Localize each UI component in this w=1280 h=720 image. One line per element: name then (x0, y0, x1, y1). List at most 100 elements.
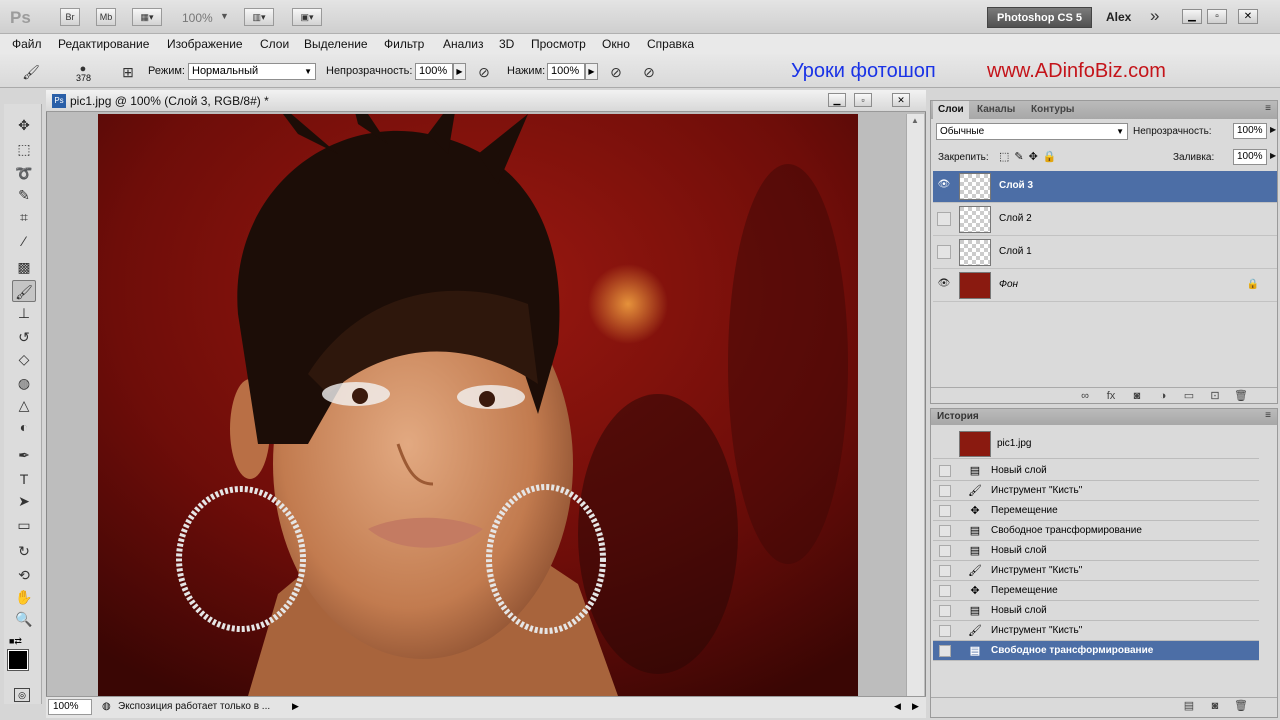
doc-close-button[interactable]: ✕ (892, 93, 910, 107)
new-layer-icon[interactable]: ⊡ (1207, 388, 1223, 404)
document-tab[interactable]: Ps pic1.jpg @ 100% (Слой 3, RGB/8#) * ▁ … (46, 90, 926, 112)
foreground-color-swatch[interactable] (7, 649, 29, 671)
visibility-toggle[interactable] (937, 212, 951, 226)
workspace-button[interactable]: Photoshop CS 5 (987, 7, 1092, 28)
layer-row-layer3[interactable]: 👁 Слой 3 (933, 171, 1277, 203)
opacity-arrow-icon[interactable]: ▶ (1270, 125, 1276, 134)
airbrush-icon[interactable]: ⊘ (605, 61, 627, 83)
tab-channels[interactable]: Каналы (977, 104, 1015, 115)
status-zoom-field[interactable]: 100% (48, 699, 92, 715)
layer-style-icon[interactable]: fx (1103, 388, 1119, 404)
maximize-button[interactable]: ▫ (1207, 9, 1227, 24)
eraser-tool-icon[interactable]: ◇ (12, 348, 36, 370)
new-group-icon[interactable]: ▭ (1181, 388, 1197, 404)
history-item[interactable]: 🖌 Инструмент "Кисть" (933, 621, 1259, 641)
history-brush-source[interactable] (939, 625, 951, 637)
doc-restore-button[interactable]: ▫ (854, 93, 872, 107)
adjustment-layer-icon[interactable]: ◑ (1155, 388, 1171, 404)
close-button[interactable]: ✕ (1238, 9, 1258, 24)
history-item[interactable]: ▤ Свободное трансформирование (933, 521, 1259, 541)
history-item[interactable]: ▤ Новый слой (933, 461, 1259, 481)
default-colors-icon[interactable]: ■⇄ (9, 636, 22, 647)
menu-analysis[interactable]: Анализ (443, 37, 484, 51)
3d-orbit-tool-icon[interactable]: ⟲ (12, 564, 36, 586)
opacity-slider-toggle[interactable]: ▶ (453, 63, 466, 80)
eye-icon[interactable]: 👁 (937, 278, 951, 292)
menu-filter[interactable]: Фильтр (384, 37, 424, 51)
menu-help[interactable]: Справка (647, 37, 694, 51)
menu-edit[interactable]: Редактирование (58, 37, 149, 51)
status-menu-arrow[interactable]: ▶ (292, 701, 299, 712)
eye-icon[interactable]: 👁 (937, 179, 951, 193)
lock-icons[interactable]: ⬚✎✥🔒 (999, 150, 1062, 163)
clone-stamp-tool-icon[interactable]: ⊥ (12, 302, 36, 324)
blend-mode-select[interactable]: Обычные ▼ (936, 123, 1128, 140)
visibility-toggle[interactable] (937, 245, 951, 259)
paint-bucket-tool-icon[interactable]: ◍ (12, 372, 36, 394)
panel-menu-icon[interactable]: ≡ (1265, 410, 1271, 421)
opacity-field[interactable]: 100% (415, 63, 453, 80)
history-item[interactable]: ▤ Новый слой (933, 541, 1259, 561)
history-item[interactable]: ✥ Перемещение (933, 501, 1259, 521)
type-tool-icon[interactable]: T (12, 468, 36, 490)
new-snapshot-icon[interactable]: ◙ (1207, 698, 1223, 714)
zoom-tool-icon[interactable]: 🔍 (12, 608, 36, 630)
rectangle-tool-icon[interactable]: ▭ (12, 514, 36, 536)
flow-slider-toggle[interactable]: ▶ (585, 63, 598, 80)
history-item[interactable]: ✥ Перемещение (933, 581, 1259, 601)
history-brush-source[interactable] (939, 565, 951, 577)
delete-state-icon[interactable]: 🗑 (1233, 698, 1249, 714)
chevron-down-icon[interactable]: ▼ (220, 11, 229, 21)
brush-tool-preset-icon[interactable]: 🖌 (20, 61, 42, 83)
history-brush-source[interactable] (939, 545, 951, 557)
menu-file[interactable]: Файл (12, 37, 42, 51)
tab-layers[interactable]: Слои (933, 101, 969, 119)
new-document-from-state-icon[interactable]: ▤ (1181, 698, 1197, 714)
menu-3d[interactable]: 3D (499, 37, 514, 51)
minimize-button[interactable]: ▁ (1182, 9, 1202, 24)
doc-minimize-button[interactable]: ▁ (828, 93, 846, 107)
history-item[interactable]: ▤ Новый слой (933, 601, 1259, 621)
marquee-tool-icon[interactable]: ⬚ (12, 138, 36, 160)
history-brush-source[interactable] (939, 485, 951, 497)
blur-tool-icon[interactable]: △ (12, 394, 36, 416)
scroll-up-icon[interactable]: ▲ (911, 116, 919, 125)
flow-field[interactable]: 100% (547, 63, 585, 80)
brush-tool-icon[interactable]: 🖌 (12, 280, 36, 302)
bridge-button[interactable]: Br (60, 8, 80, 26)
history-snapshot-row[interactable]: pic1.jpg (933, 429, 1259, 459)
history-brush-source[interactable] (939, 465, 951, 477)
hand-tool-icon[interactable]: ✋ (12, 586, 36, 608)
tab-paths[interactable]: Контуры (1031, 104, 1074, 115)
zoom-level[interactable]: 100% (182, 11, 213, 25)
fill-field[interactable]: 100% (1233, 149, 1267, 165)
eyedropper-tool-icon[interactable]: ⁄ (12, 230, 36, 252)
more-workspaces-button[interactable]: » (1150, 6, 1159, 26)
healing-brush-tool-icon[interactable]: ▩ (12, 256, 36, 278)
delete-layer-icon[interactable]: 🗑 (1233, 388, 1249, 404)
move-tool-icon[interactable]: ✥ (12, 114, 36, 136)
quick-selection-tool-icon[interactable]: ✎ (12, 184, 36, 206)
quick-mask-icon[interactable]: ◎ (14, 688, 30, 702)
menu-image[interactable]: Изображение (167, 37, 243, 51)
dodge-tool-icon[interactable]: ◐ (12, 416, 36, 438)
menu-select[interactable]: Выделение (304, 37, 368, 51)
link-layers-icon[interactable]: ∞ (1077, 388, 1093, 404)
tablet-pressure-opacity-icon[interactable]: ⊘ (473, 61, 495, 83)
mode-select[interactable]: Нормальный ▼ (188, 63, 316, 80)
hscroll-left-icon[interactable]: ◀ (894, 701, 901, 712)
menu-layers[interactable]: Слои (260, 37, 289, 51)
3d-rotate-tool-icon[interactable]: ↻ (12, 540, 36, 562)
view-extras-button[interactable]: ▦▾ (132, 8, 162, 26)
crop-tool-icon[interactable]: ⌗ (12, 206, 36, 228)
panel-menu-icon[interactable]: ≡ (1265, 103, 1271, 114)
history-brush-source[interactable] (939, 585, 951, 597)
path-selection-tool-icon[interactable]: ➤ (12, 490, 36, 512)
menu-window[interactable]: Окно (602, 37, 630, 51)
history-item[interactable]: 🖌 Инструмент "Кисть" (933, 481, 1259, 501)
history-brush-source[interactable] (939, 505, 951, 517)
layer-row-layer2[interactable]: Слой 2 (933, 204, 1277, 236)
arrange-documents-button[interactable]: ▥▾ (244, 8, 274, 26)
mini-bridge-button[interactable]: Mb (96, 8, 116, 26)
tab-history[interactable]: История (937, 411, 979, 422)
